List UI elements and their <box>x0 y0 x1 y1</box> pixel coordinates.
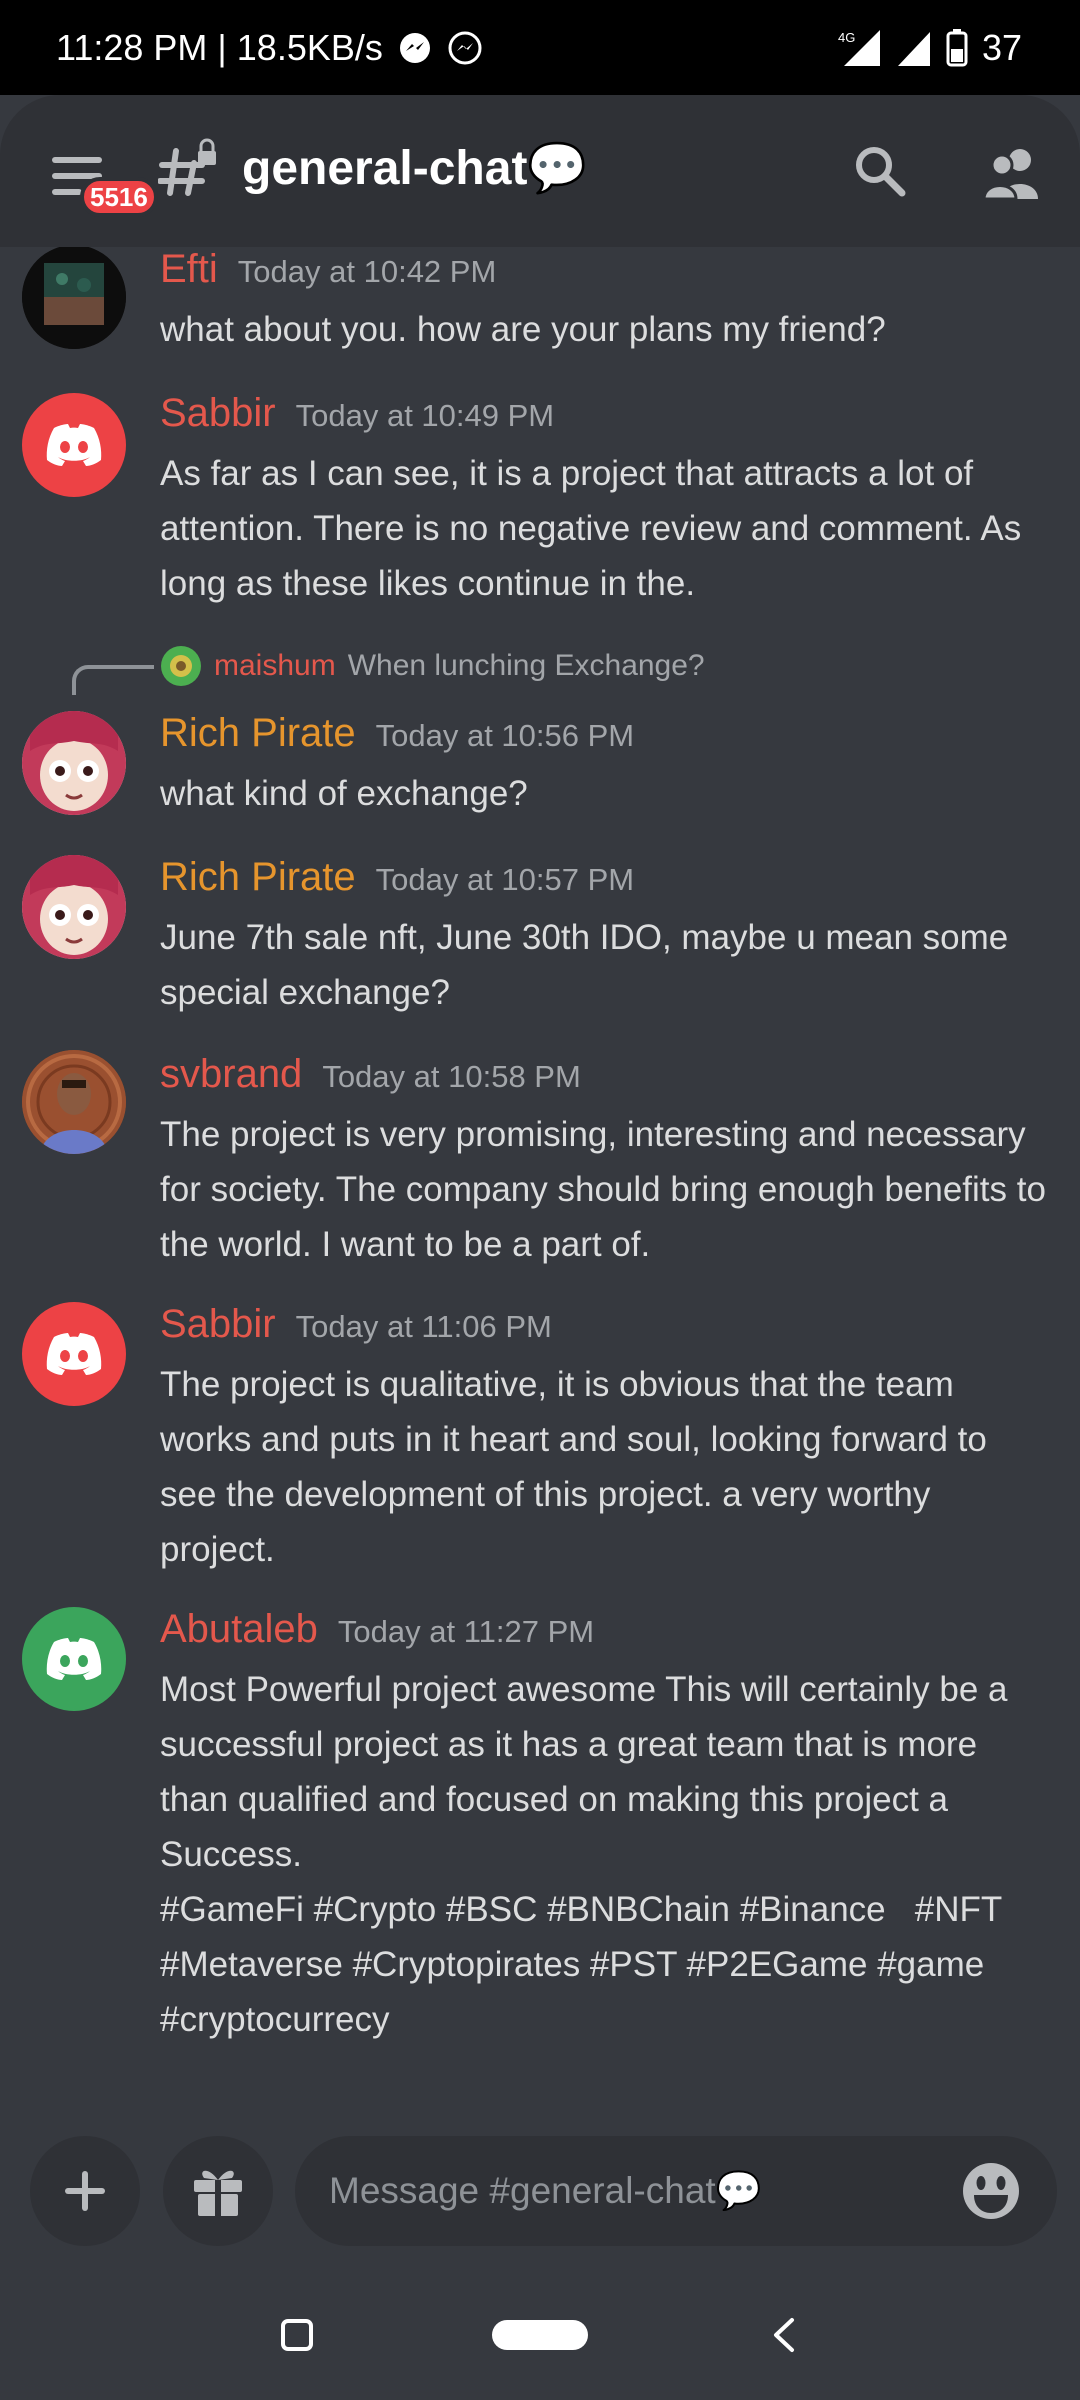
emoji-icon[interactable] <box>961 2161 1021 2221</box>
avatar[interactable] <box>22 247 126 349</box>
message-author[interactable]: Sabbir <box>160 1302 276 1347</box>
message-text: The project is qualitative, it is obviou… <box>160 1365 987 1569</box>
signal-4g-icon: 4G <box>836 28 882 68</box>
home-button[interactable] <box>492 2320 588 2350</box>
reply-text: When lunching Exchange? <box>347 649 705 682</box>
add-attachment-button[interactable] <box>30 2136 140 2246</box>
message-author[interactable]: Rich Pirate <box>160 711 356 756</box>
message-input[interactable]: Message #general-chat💬 <box>295 2136 1057 2246</box>
message-timestamp: Today at 11:27 PM <box>337 1614 595 1649</box>
message-author[interactable]: Sabbir <box>160 391 276 436</box>
back-arrow-icon <box>774 2318 794 2352</box>
message-timestamp: Today at 10:49 PM <box>295 398 555 433</box>
recents-button[interactable] <box>280 2318 314 2357</box>
message-composer: Message #general-chat💬 <box>0 2130 1080 2260</box>
discord-avatar-icon[interactable] <box>22 1302 126 1406</box>
discord-avatar-icon[interactable] <box>22 1607 126 1711</box>
message-hashtags: #GameFi #Crypto #BSC #BNBChain #Binance … <box>160 1890 1012 2039</box>
message-timestamp: Today at 10:56 PM <box>375 718 635 753</box>
discord-avatar-icon[interactable] <box>22 393 126 497</box>
message-text: what about you. how are your plans my fr… <box>160 310 886 349</box>
svg-text:4G: 4G <box>838 30 855 45</box>
channel-header: 5516 general-chat💬 <box>0 95 1080 247</box>
square-icon <box>281 2319 313 2351</box>
avatar[interactable] <box>22 711 126 815</box>
search-icon[interactable] <box>852 143 908 199</box>
channel-title: general-chat💬 <box>242 142 588 195</box>
message-text: Most Powerful project awesome This will … <box>160 1670 1008 1874</box>
message-timestamp: Today at 10:42 PM <box>237 254 497 289</box>
battery-icon <box>946 28 968 67</box>
plus-icon <box>65 2171 105 2211</box>
message-author[interactable]: Rich Pirate <box>160 855 356 900</box>
avatar <box>160 645 202 687</box>
signal-icon <box>896 28 932 68</box>
message-text: The project is very promising, interesti… <box>160 1115 1046 1264</box>
avatar[interactable] <box>22 1050 126 1154</box>
status-bar: 11:28 PM | 18.5KB/s 4G 37 <box>0 0 1080 95</box>
message-text: As far as I can see, it is a project tha… <box>160 454 1022 603</box>
gift-icon <box>194 2170 242 2216</box>
reply-connector <box>72 665 154 695</box>
message-timestamp: Today at 10:58 PM <box>322 1059 581 1094</box>
notification-badge: 5516 <box>80 177 158 217</box>
back-button[interactable] <box>770 2316 798 2359</box>
message-text: June 7th sale nft, June 30th IDO, maybe … <box>160 918 1009 1012</box>
message-author[interactable]: svbrand <box>160 1052 302 1097</box>
reply-reference[interactable]: maishum When lunching Exchange? <box>160 645 705 687</box>
message-text: what kind of exchange? <box>160 774 528 813</box>
message-input-placeholder: Message #general-chat💬 <box>329 2169 762 2211</box>
message-timestamp: Today at 10:57 PM <box>375 862 635 897</box>
message-list[interactable]: Efti Today at 10:42 PM what about you. h… <box>0 247 1080 2107</box>
reply-author[interactable]: maishum <box>214 649 336 683</box>
locked-channel-icon <box>157 137 220 199</box>
gift-button[interactable] <box>163 2136 273 2246</box>
members-icon[interactable] <box>982 145 1044 201</box>
system-nav-bar <box>0 2270 1080 2400</box>
messenger-icon <box>447 30 483 66</box>
status-time-speed: 11:28 PM | 18.5KB/s <box>56 26 383 68</box>
message-author[interactable]: Abutaleb <box>160 1607 318 1652</box>
message-timestamp: Today at 11:06 PM <box>295 1309 552 1344</box>
avatar[interactable] <box>22 855 126 959</box>
message-author[interactable]: Efti <box>160 247 218 292</box>
battery-level: 37 <box>981 26 1022 68</box>
messenger-icon <box>397 30 433 66</box>
